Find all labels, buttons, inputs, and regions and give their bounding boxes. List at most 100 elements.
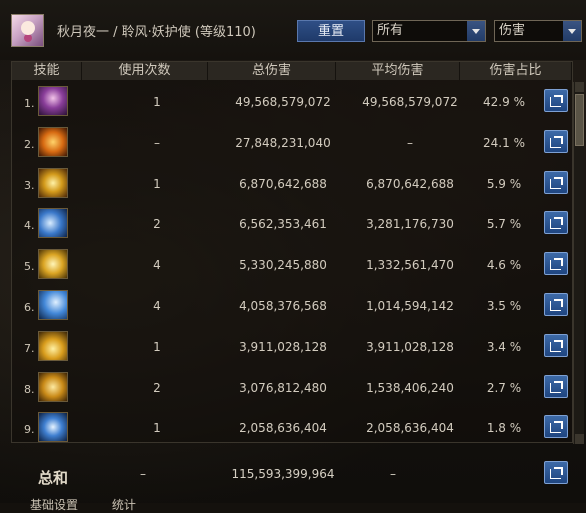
share-icon[interactable] xyxy=(544,293,568,316)
table-row: 9. 1 2,058,636,404 2,058,636,404 1.8 % xyxy=(12,407,572,447)
total-damage-cell: 27,848,231,040 xyxy=(235,135,331,150)
average-damage-cell: 6,870,642,688 xyxy=(366,176,454,191)
damage-share-cell: 1.8 % xyxy=(486,421,522,436)
skill-icon-blue-slash[interactable] xyxy=(38,290,68,320)
skill-icon-gold-claw[interactable] xyxy=(38,249,68,280)
table-row: 3. 1 6,870,642,688 6,870,642,688 5.9 % xyxy=(12,163,572,203)
tab-settings[interactable]: 基础设置 xyxy=(30,498,78,512)
total-label: 总和 xyxy=(38,469,69,487)
total-damage-cell: 6,562,353,461 xyxy=(239,217,327,232)
chevron-down-icon[interactable] xyxy=(467,21,485,41)
damage-share-cell: 3.4 % xyxy=(486,339,522,354)
skill-icon-fire-figure[interactable] xyxy=(38,126,68,157)
table-row: 5. 4 5,330,245,880 1,332,561,470 4.6 % xyxy=(12,244,572,284)
damage-share-cell: 42.9 % xyxy=(483,95,525,109)
uses-cell: 1 xyxy=(153,339,161,354)
share-icon[interactable] xyxy=(544,211,568,235)
row-index: 7. xyxy=(24,341,35,355)
share-icon[interactable] xyxy=(544,461,568,484)
filter-all-value: 所有 xyxy=(377,23,404,38)
skill-icon-gold-burst[interactable] xyxy=(38,167,68,198)
uses-cell: – xyxy=(154,135,160,150)
skill-icon-blue-wind[interactable] xyxy=(38,208,68,239)
average-damage-cell: 1,538,406,240 xyxy=(366,380,454,395)
filter-all-select[interactable]: 所有 xyxy=(372,20,486,42)
damage-share-cell: 2.7 % xyxy=(486,380,522,395)
column-header-share[interactable]: 伤害占比 xyxy=(460,62,572,80)
column-header-average[interactable]: 平均伤害 xyxy=(336,62,460,80)
total-damage-cell: 3,076,812,480 xyxy=(239,380,327,395)
skill-icon-blue-vortex[interactable] xyxy=(38,412,68,443)
uses-cell: 2 xyxy=(153,217,161,232)
column-header-total[interactable]: 总伤害 xyxy=(208,62,336,80)
share-icon[interactable] xyxy=(544,333,568,357)
table-row: 8. 2 3,076,812,480 1,538,406,240 2.7 % xyxy=(12,367,572,407)
row-index: 3. xyxy=(24,178,35,192)
row-index: 6. xyxy=(24,301,35,314)
total-damage-cell: 5,330,245,880 xyxy=(239,258,327,273)
scroll-thumb[interactable] xyxy=(575,94,584,146)
uses-cell: 1 xyxy=(153,176,161,191)
row-index: 9. xyxy=(24,423,35,437)
chevron-down-icon[interactable] xyxy=(563,21,581,41)
total-damage-cell: 4,058,376,568 xyxy=(239,299,327,313)
total-average: – xyxy=(390,467,396,481)
row-index: 1. xyxy=(24,97,35,110)
average-damage-cell: 3,911,028,128 xyxy=(366,339,454,354)
skill-icon-purple-figure[interactable] xyxy=(38,86,68,116)
average-damage-cell: – xyxy=(407,135,413,150)
uses-cell: 4 xyxy=(153,299,161,313)
scrollbar[interactable] xyxy=(573,82,584,444)
total-damage-cell: 2,058,636,404 xyxy=(239,421,327,436)
column-header-uses[interactable]: 使用次数 xyxy=(82,62,208,80)
total-damage-cell: 3,911,028,128 xyxy=(239,339,327,354)
filter-damage-value: 伤害 xyxy=(499,23,526,38)
skill-icon-gold-strike[interactable] xyxy=(38,371,68,402)
share-icon[interactable] xyxy=(544,252,568,276)
average-damage-cell: 49,568,579,072 xyxy=(362,95,458,109)
damage-share-cell: 24.1 % xyxy=(483,135,525,150)
share-icon[interactable] xyxy=(544,129,568,153)
share-icon[interactable] xyxy=(544,89,568,112)
table-row: 4. 2 6,562,353,461 3,281,176,730 5.7 % xyxy=(12,203,572,243)
total-damage: 115,593,399,964 xyxy=(231,467,335,481)
damage-share-cell: 3.5 % xyxy=(486,299,522,313)
header-bar: 秋月夜一 / 聆风·妖护使 (等级110) 重置 所有 伤害 xyxy=(0,0,586,60)
share-icon[interactable] xyxy=(544,374,568,398)
bottom-tabs: 基础设置 统计 xyxy=(30,496,136,513)
uses-cell: 4 xyxy=(153,258,161,273)
table-row: 1. 1 49,568,579,072 49,568,579,072 42.9 % xyxy=(12,81,572,121)
scroll-up-icon[interactable] xyxy=(575,82,584,92)
share-icon[interactable] xyxy=(544,415,568,439)
average-damage-cell: 3,281,176,730 xyxy=(366,217,454,232)
table-row: 6. 4 4,058,376,568 1,014,594,142 3.5 % xyxy=(12,285,572,325)
table-row: 2. – 27,848,231,040 – 24.1 % xyxy=(12,122,572,162)
row-index: 4. xyxy=(24,219,35,233)
scroll-down-icon[interactable] xyxy=(575,434,584,444)
uses-cell: 2 xyxy=(153,380,161,395)
row-index: 5. xyxy=(24,260,35,274)
uses-cell: 1 xyxy=(153,95,161,109)
character-title: 秋月夜一 / 聆风·妖护使 (等级110) xyxy=(57,25,256,40)
table-row: 7. 1 3,911,028,128 3,911,028,128 3.4 % xyxy=(12,326,572,366)
character-avatar xyxy=(11,14,44,47)
average-damage-cell: 1,332,561,470 xyxy=(366,258,454,273)
damage-share-cell: 5.7 % xyxy=(486,217,522,232)
tab-stats[interactable]: 统计 xyxy=(112,498,136,512)
uses-cell: 1 xyxy=(153,421,161,436)
average-damage-cell: 1,014,594,142 xyxy=(366,299,454,313)
damage-share-cell: 4.6 % xyxy=(486,258,522,273)
share-icon[interactable] xyxy=(544,170,568,194)
total-row: 总和 – 115,593,399,964 – xyxy=(12,453,572,493)
reset-button[interactable]: 重置 xyxy=(297,20,365,42)
skill-icon-gold-spikes[interactable] xyxy=(38,330,68,361)
total-damage-cell: 6,870,642,688 xyxy=(239,176,327,191)
column-header-skill[interactable]: 技能 xyxy=(12,62,82,80)
filter-damage-select[interactable]: 伤害 xyxy=(494,20,582,42)
average-damage-cell: 2,058,636,404 xyxy=(366,421,454,436)
total-uses: – xyxy=(140,467,146,481)
total-damage-cell: 49,568,579,072 xyxy=(235,95,331,109)
row-index: 2. xyxy=(24,137,35,151)
row-index: 8. xyxy=(24,382,35,396)
damage-share-cell: 5.9 % xyxy=(486,176,522,191)
